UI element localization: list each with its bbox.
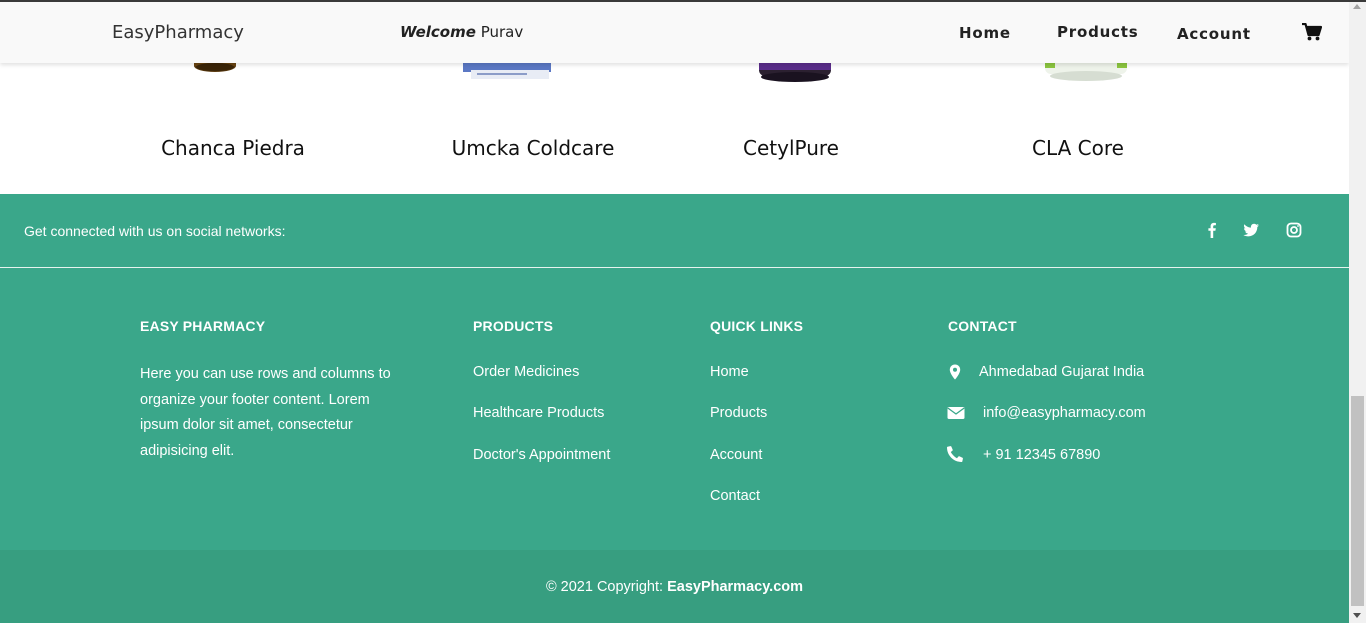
contact-email[interactable]: info@easypharmacy.com xyxy=(983,405,1146,421)
copyright-bar: © 2021 Copyright: EasyPharmacy.com xyxy=(0,550,1349,623)
map-marker-icon xyxy=(949,364,961,380)
copyright-text: © 2021 Copyright: xyxy=(545,579,664,595)
nav-account[interactable]: Account xyxy=(1177,25,1251,43)
product-name[interactable]: CLA Core xyxy=(1032,136,1124,160)
product-name[interactable]: CetylPure xyxy=(743,136,839,160)
nav-home[interactable]: Home xyxy=(959,24,1011,42)
welcome-label: Welcome xyxy=(400,23,476,41)
scroll-down-arrow-icon[interactable] xyxy=(1353,613,1361,618)
footer-about-heading: EASY PHARMACY xyxy=(140,318,266,334)
social-bar: Get connected with us on social networks… xyxy=(0,194,1349,268)
contact-address: Ahmedabad Gujarat India xyxy=(979,364,1145,380)
welcome-message: Welcome Purav xyxy=(400,23,523,41)
footer-about-text: Here you can use rows and columns to org… xyxy=(140,366,391,459)
product-name[interactable]: Chanca Piedra xyxy=(161,136,305,160)
footer-link-account[interactable]: Account xyxy=(710,447,762,463)
footer: EASY PHARMACY Here you can use rows and … xyxy=(0,268,1349,550)
footer-link-home[interactable]: Home xyxy=(710,364,749,380)
facebook-icon[interactable] xyxy=(1203,221,1221,239)
brand-logo[interactable]: EasyPharmacy xyxy=(112,22,244,43)
shopping-cart-icon[interactable] xyxy=(1302,23,1322,41)
footer-link-order-medicines[interactable]: Order Medicines xyxy=(473,364,579,380)
product-name[interactable]: Umcka Coldcare xyxy=(452,136,615,160)
footer-products-heading: PRODUCTS xyxy=(473,318,554,334)
footer-link-healthcare-products[interactable]: Healthcare Products xyxy=(473,405,604,421)
footer-link-products[interactable]: Products xyxy=(710,405,767,421)
window-top-border xyxy=(0,0,1366,2)
instagram-icon[interactable] xyxy=(1285,221,1303,239)
scroll-up-arrow-icon[interactable] xyxy=(1353,4,1361,9)
twitter-icon[interactable] xyxy=(1242,221,1260,239)
social-text: Get connected with us on social networks… xyxy=(24,223,286,239)
footer-link-contact[interactable]: Contact xyxy=(710,488,760,504)
phone-icon xyxy=(947,446,963,462)
vertical-scrollbar[interactable] xyxy=(1349,0,1366,623)
scrollbar-thumb[interactable] xyxy=(1351,396,1364,606)
footer-link-doctors-appointment[interactable]: Doctor's Appointment xyxy=(473,447,610,463)
page: Chanca Piedra Umcka Coldcare CetylPure C… xyxy=(0,0,1349,623)
nav-products[interactable]: Products xyxy=(1057,23,1139,41)
footer-quick-links-heading: QUICK LINKS xyxy=(710,318,804,334)
envelope-icon xyxy=(947,407,965,419)
welcome-user: Purav xyxy=(480,23,524,41)
navbar: EasyPharmacy Welcome Purav Home Products… xyxy=(0,2,1349,63)
copyright-site-link[interactable]: EasyPharmacy.com xyxy=(667,579,803,595)
contact-phone: + 91 12345 67890 xyxy=(983,447,1101,463)
footer-contact-heading: CONTACT xyxy=(948,318,1017,334)
